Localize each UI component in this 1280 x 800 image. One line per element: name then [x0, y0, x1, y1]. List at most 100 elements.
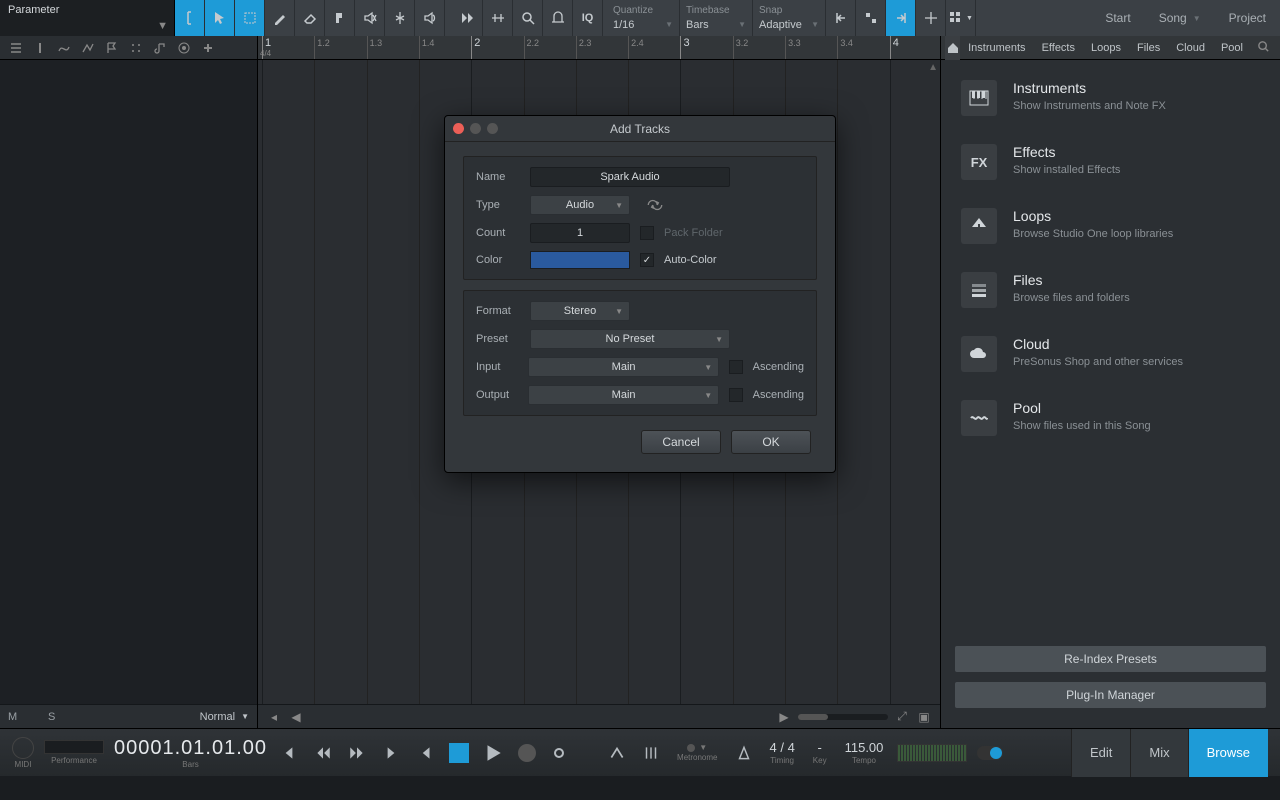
color-swatch[interactable] [530, 251, 630, 269]
minimize-icon[interactable] [470, 123, 481, 134]
sidebar-tab-pool[interactable]: Pool [1213, 36, 1251, 60]
crosshair-icon[interactable] [916, 0, 946, 36]
nav-song[interactable]: Song▼ [1145, 0, 1215, 36]
add-icon[interactable] [198, 39, 218, 57]
scroll-left-icon[interactable]: ◀ [288, 710, 304, 724]
split-tool[interactable] [385, 0, 415, 36]
stop-button[interactable] [447, 741, 471, 765]
draw-tool[interactable] [265, 0, 295, 36]
time-signature[interactable]: 4 / 4Timing [766, 740, 799, 765]
precount-icon[interactable] [732, 741, 756, 765]
sidebar-tab-effects[interactable]: Effects [1034, 36, 1083, 60]
paint-tool[interactable] [325, 0, 355, 36]
scroll-up-icon[interactable]: ▲ [928, 62, 938, 73]
cancel-button[interactable]: Cancel [641, 430, 721, 454]
preroll-icon[interactable] [639, 741, 663, 765]
expand-icon[interactable]: ⤢ [894, 710, 910, 724]
record-button[interactable] [515, 741, 539, 765]
plugin-manager-button[interactable]: Plug-In Manager [955, 682, 1266, 708]
automation-line-icon[interactable] [78, 39, 98, 57]
fit-icon[interactable]: ▣ [916, 710, 932, 724]
sidebar-tab-cloud[interactable]: Cloud [1168, 36, 1213, 60]
timebase-selector[interactable]: Timebase Bars▼ [680, 0, 753, 36]
arrow-tool[interactable] [205, 0, 235, 36]
sidebar-item-loop[interactable]: LoopsBrowse Studio One loop libraries [951, 208, 1270, 244]
snap-left-icon[interactable] [826, 0, 856, 36]
pack-folder-checkbox[interactable] [640, 226, 654, 240]
key-display[interactable]: -Key [809, 740, 831, 765]
format-select[interactable]: Stereo▼ [530, 301, 630, 321]
track-type-select[interactable]: Audio▼ [530, 195, 630, 215]
scroll-right-icon[interactable]: ▶ [776, 710, 792, 724]
snap-right-icon[interactable] [886, 0, 916, 36]
grid-dots-icon[interactable] [126, 39, 146, 57]
sidebar-tab-files[interactable]: Files [1129, 36, 1168, 60]
automation-mode-selector[interactable]: Normal▼ [200, 711, 249, 723]
list-icon[interactable] [6, 39, 26, 57]
cycle-icon[interactable] [646, 198, 664, 212]
timeline-ruler[interactable]: 4/4 11.21.31.422.22.32.433.23.33.44 [258, 36, 940, 60]
view-tab-mix[interactable]: Mix [1130, 729, 1187, 777]
rewind-button[interactable] [311, 741, 335, 765]
grid-snap-icon[interactable] [856, 0, 886, 36]
grid-menu-icon[interactable]: ▼ [946, 0, 976, 36]
view-tab-browse[interactable]: Browse [1188, 729, 1268, 777]
sidebar-tab-instruments[interactable]: Instruments [960, 36, 1033, 60]
master-toggle[interactable] [977, 746, 1003, 760]
stretch-icon[interactable] [483, 0, 513, 36]
parameter-display[interactable]: Parameter ▼ [0, 0, 175, 36]
mute-tool[interactable] [355, 0, 385, 36]
zoom-slider[interactable] [798, 714, 888, 720]
nav-start[interactable]: Start [1091, 0, 1144, 36]
sidebar-item-cloud[interactable]: CloudPreSonus Shop and other services [951, 336, 1270, 372]
track-count-input[interactable] [530, 223, 630, 243]
marker-icon[interactable] [30, 39, 50, 57]
flag-icon[interactable] [102, 39, 122, 57]
sidebar-item-files[interactable]: FilesBrowse files and folders [951, 272, 1270, 308]
input-ascending-checkbox[interactable] [729, 360, 742, 374]
output-select[interactable]: Main▼ [528, 385, 719, 405]
next-marker-button[interactable] [379, 741, 403, 765]
automation-curve-icon[interactable] [54, 39, 74, 57]
collapse-left-icon[interactable]: ◂ [266, 710, 282, 724]
autopunch-icon[interactable] [605, 741, 629, 765]
quantize-selector[interactable]: Quantize 1/16▼ [607, 0, 680, 36]
sidebar-item-piano[interactable]: InstrumentsShow Instruments and Note FX [951, 80, 1270, 116]
ok-button[interactable]: OK [731, 430, 811, 454]
listen-tool[interactable] [415, 0, 445, 36]
tempo-display[interactable]: 115.00Tempo [841, 740, 888, 765]
tool-bracket-left[interactable] [175, 0, 205, 36]
view-tab-edit[interactable]: Edit [1071, 729, 1130, 777]
range-tool[interactable] [235, 0, 265, 36]
reindex-presets-button[interactable]: Re-Index Presets [955, 646, 1266, 672]
timecode-display[interactable]: 00001.01.01.00 Bars [114, 737, 267, 769]
zoom-icon[interactable] [487, 123, 498, 134]
search-icon[interactable] [1251, 40, 1276, 56]
solo-master[interactable]: S [48, 711, 88, 723]
note-icon[interactable] [150, 39, 170, 57]
target-icon[interactable] [174, 39, 194, 57]
erase-tool[interactable] [295, 0, 325, 36]
forward-button[interactable] [345, 741, 369, 765]
sidebar-tab-loops[interactable]: Loops [1083, 36, 1129, 60]
input-select[interactable]: Main▼ [528, 357, 719, 377]
nav-project[interactable]: Project [1215, 0, 1280, 36]
return-to-start-button[interactable] [413, 741, 437, 765]
auto-color-checkbox[interactable] [640, 253, 654, 267]
track-name-input[interactable] [530, 167, 730, 187]
metronome-toggle[interactable]: ▼ Metronome [673, 743, 721, 762]
sidebar-item-pool[interactable]: PoolShow files used in this Song [951, 400, 1270, 436]
sidebar-tab-home[interactable] [945, 36, 960, 60]
close-icon[interactable] [453, 123, 464, 134]
sidebar-item-fx[interactable]: FXEffectsShow installed Effects [951, 144, 1270, 180]
macro-icon[interactable] [543, 0, 573, 36]
output-ascending-checkbox[interactable] [729, 388, 742, 402]
mute-master[interactable]: M [8, 711, 48, 723]
snap-selector[interactable]: Snap Adaptive▼ [753, 0, 826, 36]
prev-marker-button[interactable] [277, 741, 301, 765]
play-button[interactable] [481, 741, 505, 765]
iq-button[interactable]: IQ [573, 0, 603, 36]
preset-select[interactable]: No Preset▼ [530, 329, 730, 349]
loop-button[interactable] [549, 741, 573, 765]
ffwd-icon[interactable] [453, 0, 483, 36]
